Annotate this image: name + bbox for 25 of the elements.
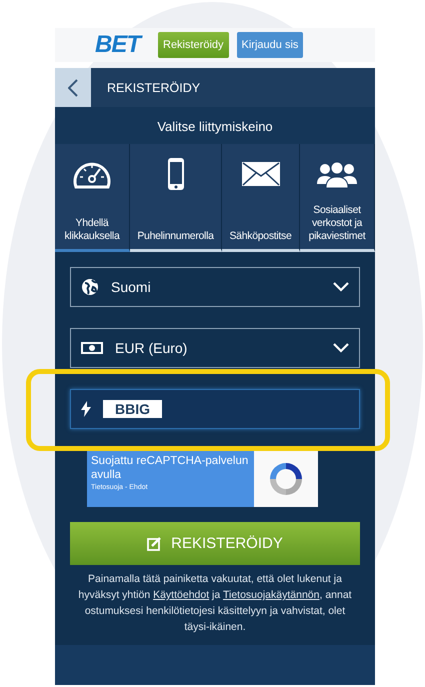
chevron-left-icon	[68, 78, 78, 96]
edit-icon	[147, 536, 162, 550]
recaptcha-text: Suojattu reCAPTCHA-palvelun avulla	[91, 454, 250, 482]
terms-link[interactable]: Käyttöehdot	[153, 589, 210, 601]
method-tab[interactable]: Sosiaaliset verkostot ja pikaviestimet	[300, 144, 375, 252]
dropdown[interactable]: EUR (Euro)	[70, 328, 360, 368]
method-tab[interactable]: Sähköpostitse	[222, 144, 300, 252]
chevron-down-icon	[333, 282, 349, 292]
chevron-down-icon	[333, 343, 349, 353]
people-icon	[317, 160, 357, 188]
section-heading: Valitse liittymiskeino	[55, 107, 375, 144]
lightning-icon	[81, 401, 91, 417]
globe-icon	[81, 278, 99, 296]
envelope-icon	[242, 162, 280, 186]
terms-link[interactable]: Tietosuojakäytännön	[222, 589, 320, 601]
phone-icon	[166, 157, 184, 191]
method-tab[interactable]: Puhelinnumerolla	[130, 144, 222, 252]
logo: BET	[95, 31, 140, 59]
banknote-icon	[81, 342, 103, 354]
disclaimer-text: Painamalla tätä painiketta vakuutat, että olet lukenut ja hyväksyt yhtiön Käyttöehdot ja Tietosuojakäytännön, annat ostumuksesi henkilötietojesi käsittelyyn ja vahvistat, olet täysi-ikäinen.	[77, 572, 353, 635]
page-title: REKISTERÖIDY	[107, 80, 200, 94]
promo-code-field[interactable]: BBIG	[70, 389, 360, 429]
method-tab[interactable]: Yhdellä klikkauksella	[55, 144, 130, 252]
back-button[interactable]	[55, 68, 91, 107]
dropdown[interactable]: Suomi	[70, 267, 360, 307]
